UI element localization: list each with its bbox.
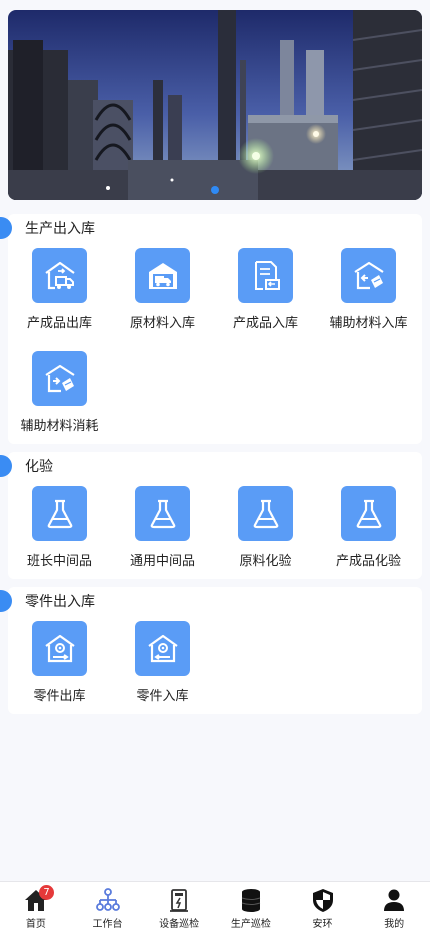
menu-item-general-intermediate[interactable]: 通用中间品 xyxy=(111,480,214,583)
section-title: 生产出入库 xyxy=(25,221,95,237)
menu-item-label: 原材料入库 xyxy=(129,316,195,331)
menu-item-label: 零件出库 xyxy=(33,689,86,704)
menu-item-aux-material-in[interactable]: 辅助材料入库 xyxy=(317,242,420,345)
tile xyxy=(135,621,190,676)
menu-item-raw-material-in[interactable]: 原材料入库 xyxy=(111,242,214,345)
menu-item-parts-out[interactable]: 零件出库 xyxy=(8,615,111,718)
flask-icon xyxy=(150,499,175,528)
org-chart-icon xyxy=(95,888,120,911)
section-header: 生产出入库 xyxy=(0,214,422,242)
menu-item-label: 产成品入库 xyxy=(232,316,298,331)
tile xyxy=(341,248,396,303)
section-parts-inout: 零件出入库 零件出库 零件入库 xyxy=(0,587,422,714)
tab-equipment-inspection[interactable]: 设备巡检 xyxy=(143,882,215,933)
section-header: 零件出入库 xyxy=(0,587,422,615)
section-accent-bar xyxy=(0,455,12,477)
tile xyxy=(238,248,293,303)
section-title: 零件出入库 xyxy=(25,594,95,610)
menu-item-label: 通用中间品 xyxy=(129,554,195,569)
tile xyxy=(238,486,293,541)
section-production-inout: 生产出入库 产成品出库 原材料入库 产成品入库 辅助材料入库 辅助材料消耗 xyxy=(0,214,422,444)
warehouse-box-consume-icon xyxy=(44,364,75,392)
flask-icon xyxy=(356,499,381,528)
section-header: 化验 xyxy=(0,452,422,480)
menu-item-finished-product-out[interactable]: 产成品出库 xyxy=(8,242,111,345)
menu-item-label: 辅助材料入库 xyxy=(329,316,408,331)
tile xyxy=(341,486,396,541)
tile xyxy=(135,248,190,303)
parts-in-icon xyxy=(147,634,178,662)
tab-safety-environment[interactable]: 安环 xyxy=(287,882,359,933)
warehouse-truck-in-icon xyxy=(148,262,177,289)
tile xyxy=(32,351,87,406)
bottom-tab-bar: 7 首页 工作台 设备巡检 生产巡检 安环 我的 xyxy=(0,881,430,933)
banner-carousel[interactable] xyxy=(8,10,422,200)
section-lab-test: 化验 班长中间品 通用中间品 原料化验 产成品化验 xyxy=(0,452,422,579)
document-return-icon xyxy=(254,260,280,290)
menu-item-aux-material-consume[interactable]: 辅助材料消耗 xyxy=(8,345,111,448)
menu-item-label: 产成品化验 xyxy=(335,554,401,569)
tab-label: 工作台 xyxy=(92,919,123,930)
section-accent-bar xyxy=(0,217,12,239)
tile xyxy=(32,621,87,676)
menu-item-finished-product-test[interactable]: 产成品化验 xyxy=(317,480,420,583)
warehouse-truck-out-icon xyxy=(44,261,75,289)
tab-label: 设备巡检 xyxy=(159,919,200,930)
flask-icon xyxy=(253,499,278,528)
tile xyxy=(32,248,87,303)
tab-label: 生产巡检 xyxy=(230,919,271,930)
carousel-dot[interactable] xyxy=(211,186,219,194)
banner-image xyxy=(8,10,422,200)
menu-item-label: 零件入库 xyxy=(136,689,189,704)
menu-item-shift-intermediate[interactable]: 班长中间品 xyxy=(8,480,111,583)
power-device-icon xyxy=(170,889,189,912)
menu-item-finished-product-in[interactable]: 产成品入库 xyxy=(214,242,317,345)
shield-icon xyxy=(312,889,333,912)
tab-label: 安环 xyxy=(312,919,333,930)
notification-badge: 7 xyxy=(39,885,54,900)
tab-home[interactable]: 7 首页 xyxy=(0,882,72,933)
tile xyxy=(32,486,87,541)
tab-production-inspection[interactable]: 生产巡检 xyxy=(215,882,287,933)
menu-item-label: 原料化验 xyxy=(239,554,292,569)
tile xyxy=(135,486,190,541)
user-icon xyxy=(384,889,405,911)
tab-label: 首页 xyxy=(25,919,46,930)
menu-item-label: 产成品出库 xyxy=(26,316,92,331)
tab-label: 我的 xyxy=(384,919,405,930)
flask-icon xyxy=(47,499,72,528)
warehouse-box-in-icon xyxy=(353,261,384,289)
menu-item-label: 辅助材料消耗 xyxy=(20,419,99,434)
parts-out-icon xyxy=(44,634,75,662)
tab-workbench[interactable]: 工作台 xyxy=(72,882,144,933)
section-accent-bar xyxy=(0,590,12,612)
menu-item-raw-material-test[interactable]: 原料化验 xyxy=(214,480,317,583)
menu-item-label: 班长中间品 xyxy=(26,554,92,569)
tank-icon xyxy=(241,889,261,912)
section-title: 化验 xyxy=(25,459,53,475)
carousel-indicator xyxy=(8,186,422,194)
menu-item-parts-in[interactable]: 零件入库 xyxy=(111,615,214,718)
tab-mine[interactable]: 我的 xyxy=(358,882,430,933)
